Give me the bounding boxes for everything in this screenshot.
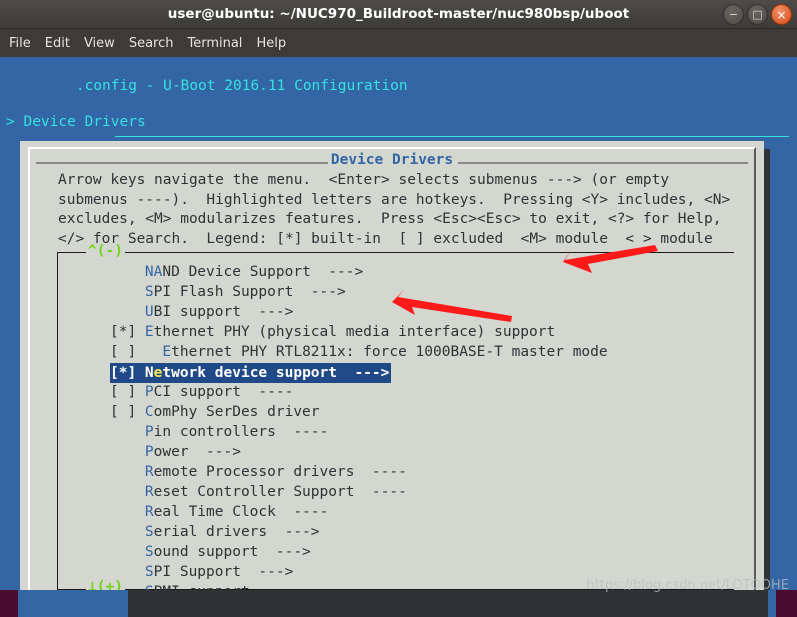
menu-row-hotkey: NA <box>144 264 163 280</box>
menu-row-prefix <box>110 264 145 280</box>
title-bar: user@ubuntu: ~/NUC970_Buildroot-master/n… <box>0 0 797 29</box>
menu-row-prefix <box>110 304 145 320</box>
menu-listbox[interactable]: NAND Device Support ---> SPI Flash Suppo… <box>57 252 734 590</box>
menu-row-prefix <box>110 564 145 580</box>
maximize-button[interactable]: □ <box>747 4 768 25</box>
screen-root: user@ubuntu: ~/NUC970_Buildroot-master/n… <box>0 0 797 617</box>
menu-item-file[interactable]: File <box>9 36 31 51</box>
menu-row-prefix: [*] <box>110 324 145 340</box>
menu-row-hotkey: P <box>144 384 154 400</box>
menu-row-hotkey: R <box>144 504 154 520</box>
minimize-button[interactable]: − <box>723 4 744 25</box>
menu-row-hotkey: S <box>145 584 154 590</box>
menu-row-prefix <box>110 544 145 560</box>
menu-row-label: PI Flash Support ---> <box>153 284 346 300</box>
minimize-icon: − <box>728 8 739 21</box>
scroll-down-indicator: ⊥(+) <box>86 579 125 590</box>
menu-item-help[interactable]: Help <box>256 36 286 51</box>
menu-row[interactable]: Real Time Clock ---- <box>68 502 728 522</box>
menu-row-prefix <box>110 504 145 520</box>
menu-row-hotkey: P <box>144 444 154 460</box>
menu-row-label: ound support ---> <box>153 544 311 560</box>
config-breadcrumb: > Device Drivers <box>6 114 146 130</box>
menu-row-hotkey: S <box>144 524 154 540</box>
menu-row[interactable]: Remote Processor drivers ---- <box>68 462 728 482</box>
menu-row-label: ower ---> <box>153 444 241 460</box>
menu-row-label: PI Support ---> <box>153 564 294 580</box>
close-icon: × <box>776 7 787 22</box>
menu-row-prefix <box>110 464 145 480</box>
menu-row[interactable]: SPI Flash Support ---> <box>68 282 728 302</box>
menu-row[interactable]: [ ] PCI support ---- <box>68 382 728 402</box>
menu-row-hotkey: E <box>162 344 172 360</box>
menu-row[interactable]: [ ] ComPhy SerDes driver <box>68 402 728 422</box>
menu-row-hotkey: P <box>144 424 154 440</box>
menu-row[interactable]: Power ---> <box>68 442 728 462</box>
close-button[interactable]: × <box>771 4 792 25</box>
menu-row-label: CI support ---- <box>153 384 294 400</box>
menu-row-label: eal Time Clock ---- <box>153 504 329 520</box>
menu-row-prefix <box>110 284 145 300</box>
dialog-inner-frame: Device Drivers Arrow keys navigate the m… <box>28 147 756 590</box>
menu-row-prefix <box>110 444 145 460</box>
menu-row-selected-wrapper: [*] Network device support ---> <box>68 362 728 383</box>
menu-row[interactable]: NAND Device Support ---> <box>68 262 728 282</box>
menu-row-prefix <box>110 484 145 500</box>
menu-row-label: thernet PHY RTL8211x: force 1000BASE-T m… <box>171 344 608 360</box>
menu-row-label: in controllers ---- <box>153 424 329 440</box>
menu-item-edit[interactable]: Edit <box>45 36 70 51</box>
help-text: Arrow keys navigate the menu. <Enter> se… <box>58 172 731 247</box>
menu-row-prefix: [ ] <box>110 344 163 360</box>
terminal-window: user@ubuntu: ~/NUC970_Buildroot-master/n… <box>0 0 797 590</box>
menu-row[interactable]: [*] Ethernet PHY (physical media interfa… <box>68 322 728 342</box>
menu-row-prefix <box>110 524 145 540</box>
maximize-icon: □ <box>752 8 763 21</box>
menu-item-view[interactable]: View <box>84 36 115 51</box>
menu-row-container: NAND Device Support ---> SPI Flash Suppo… <box>68 262 728 590</box>
menu-row-label: emote Processor drivers ---- <box>153 464 407 480</box>
menuconfig-dialog: Device Drivers Arrow keys navigate the m… <box>20 141 764 590</box>
menu-row-selected[interactable]: [*] Network device support ---> <box>110 363 392 383</box>
menu-row-prefix: [ ] <box>110 404 145 420</box>
terminal-content: .config - U-Boot 2016.11 Configuration >… <box>0 57 797 590</box>
menu-row[interactable]: Sound support ---> <box>68 542 728 562</box>
menu-row[interactable]: [ ] Ethernet PHY RTL8211x: force 1000BAS… <box>68 342 728 362</box>
menu-item-search[interactable]: Search <box>129 36 174 51</box>
dialog-title: Device Drivers <box>330 152 454 168</box>
menu-row-prefix <box>110 424 145 440</box>
menu-row-label: ND Device Support ---> <box>162 264 364 280</box>
watermark: https://blog.csdn.net/LOTOOHE <box>586 578 789 593</box>
menu-row-hotkey: C <box>144 404 154 420</box>
menu-bar: File Edit View Search Terminal Help <box>0 29 797 58</box>
menu-row[interactable]: Pin controllers ---- <box>68 422 728 442</box>
menu-row-label: eset Controller Support ---- <box>153 484 407 500</box>
menu-row-prefix: [ ] <box>110 384 145 400</box>
menu-row-prefix: [*] N <box>110 365 154 381</box>
menu-row-hotkey: U <box>144 304 154 320</box>
scroll-up-indicator: ^(-) <box>86 243 125 259</box>
menu-row-label: erial drivers ---> <box>153 524 320 540</box>
header-divider <box>115 136 789 137</box>
menu-row-label: omPhy SerDes driver <box>153 404 320 420</box>
menu-row[interactable]: Serial drivers ---> <box>68 522 728 542</box>
menu-row[interactable]: UBI support ---> <box>68 302 728 322</box>
menu-row-hotkey: R <box>144 484 154 500</box>
menu-row[interactable]: Reset Controller Support ---- <box>68 482 728 502</box>
menu-row-hotkey: S <box>144 564 154 580</box>
window-title: user@ubuntu: ~/NUC970_Buildroot-master/n… <box>167 6 630 22</box>
window-controls: − □ × <box>723 4 792 25</box>
menu-row-hotkey: E <box>144 324 154 340</box>
menu-row-label: BI support ---> <box>153 304 294 320</box>
config-title: .config - U-Boot 2016.11 Configuration <box>75 78 408 94</box>
menu-item-terminal[interactable]: Terminal <box>187 36 242 51</box>
menu-row-hotkey: R <box>144 464 154 480</box>
menu-row-hotkey: S <box>144 284 154 300</box>
menu-row-label: twork device support ---> <box>162 365 390 381</box>
menu-row-label: PMI support ---- <box>154 584 302 590</box>
menu-row-label: thernet PHY (physical media interface) s… <box>153 324 556 340</box>
menu-row-hotkey: S <box>144 544 154 560</box>
